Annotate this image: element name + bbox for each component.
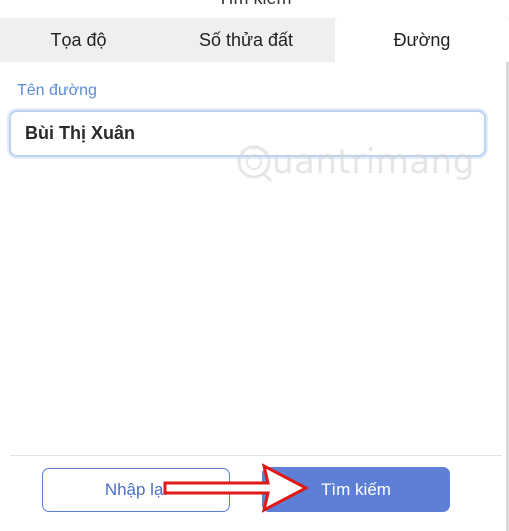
- watermark-logo: uantrimang: [234, 138, 474, 188]
- search-dialog: Tìm kiếm Tọa độ Số thửa đất Đường Tên đư…: [0, 0, 509, 531]
- street-name-label: Tên đường: [17, 82, 97, 99]
- footer-divider: [10, 455, 502, 456]
- tab-bar: Tọa độ Số thửa đất Đường: [0, 18, 509, 62]
- watermark-q-icon: [237, 145, 273, 183]
- search-button[interactable]: Tìm kiếm: [262, 467, 450, 512]
- search-button-label: Tìm kiếm: [321, 479, 391, 499]
- reset-button-label: Nhập lại: [104, 480, 168, 499]
- watermark-text: uantrimang: [272, 142, 475, 182]
- dialog-title: Tìm kiếm: [0, 0, 509, 8]
- reset-button[interactable]: Nhập lại: [42, 468, 230, 512]
- tab-street[interactable]: Đường: [335, 18, 509, 62]
- tab-coordinates[interactable]: Tọa độ: [0, 18, 157, 62]
- tab-parcel-number[interactable]: Số thửa đất: [157, 18, 335, 62]
